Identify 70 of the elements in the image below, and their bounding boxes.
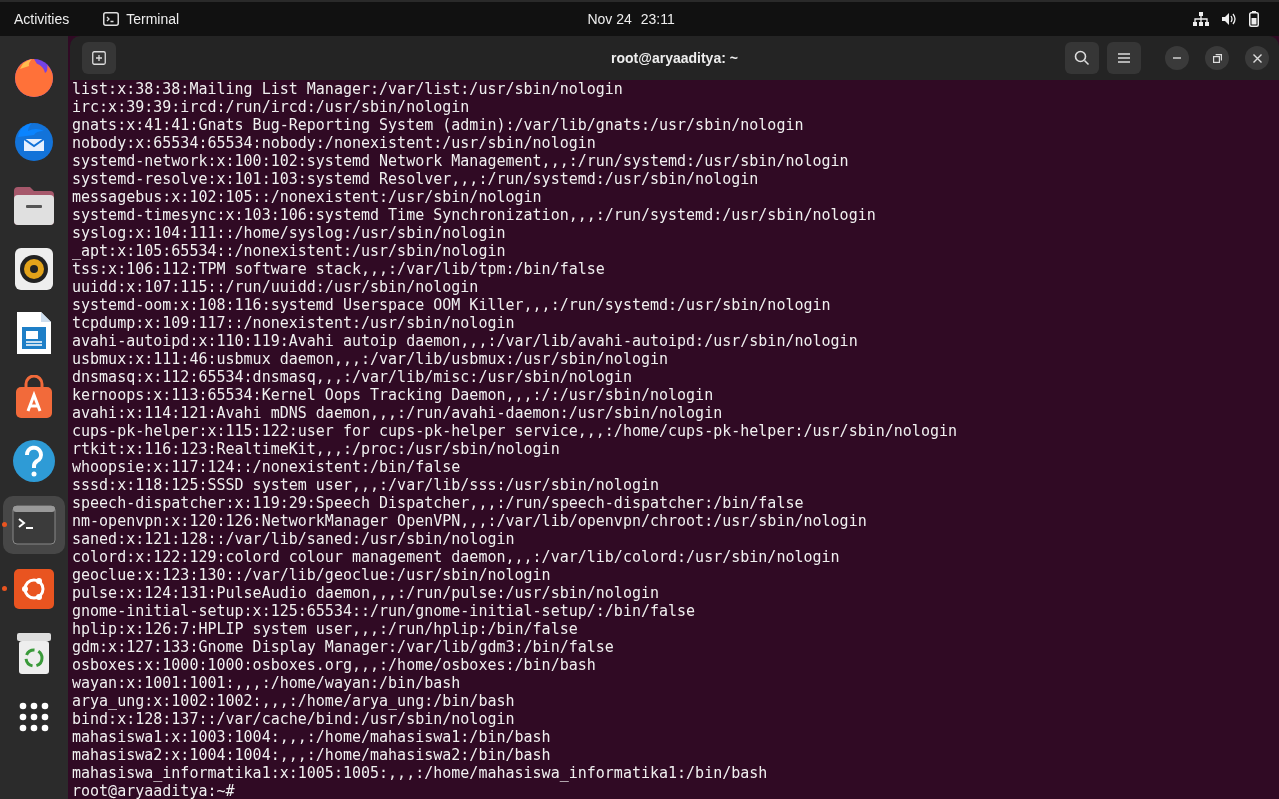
terminal-line: systemd-resolve:x:101:103:systemd Resolver,,,:/run/systemd:/usr/sbin/nologin <box>72 170 759 188</box>
terminal-line: irc:x:39:39:ircd:/run/ircd:/usr/sbin/nologin <box>72 98 470 116</box>
window-title: root@aryaaditya: ~ <box>611 50 738 66</box>
terminal-line: syslog:x:104:111::/home/syslog:/usr/sbin/nologin <box>72 224 506 242</box>
minimize-button[interactable] <box>1165 46 1189 70</box>
terminal-line: usbmux:x:111:46:usbmux daemon,,,:/var/lib/usbmux:/usr/sbin/nologin <box>72 350 669 368</box>
restore-icon <box>1212 53 1222 63</box>
date-label[interactable]: Nov 24 <box>587 11 632 27</box>
terminal-line: sssd:x:118:125:SSSD system user,,,:/var/lib/sss:/usr/sbin/nologin <box>72 476 659 494</box>
terminal-line: _apt:x:105:65534::/nonexistent:/usr/sbin/nologin <box>72 242 506 260</box>
app-menu-label[interactable]: Terminal <box>126 11 180 27</box>
terminal-line: whoopsie:x:117:124::/nonexistent:/bin/false <box>72 458 461 476</box>
terminal-line: systemd-timesync:x:103:106:systemd Time Synchronization,,,:/run/systemd:/usr/sbin/nologin <box>72 206 876 224</box>
search-icon <box>1074 50 1090 66</box>
volume-icon[interactable] <box>1221 12 1237 26</box>
new-tab-icon <box>92 51 106 65</box>
terminal-line: systemd-network:x:100:102:systemd Network Management,,,:/run/systemd:/usr/sbin/nologin <box>72 152 849 170</box>
menu-button[interactable] <box>1107 42 1141 74</box>
question-mark-icon <box>12 439 56 483</box>
terminal-line: speech-dispatcher:x:119:29:Speech Dispatcher,,,:/run/speech-dispatcher:/bin/false <box>72 494 804 512</box>
terminal-line: wayan:x:1001:1001:,,,:/home/wayan:/bin/bash <box>72 674 461 692</box>
menu-icon <box>1118 53 1130 63</box>
terminal-line: gnats:x:41:41:Gnats Bug-Reporting System (admin):/var/lib/gnats:/usr/sbin/nologin <box>72 116 804 134</box>
document-icon <box>16 311 52 355</box>
terminal-line: messagebus:x:102:105::/nonexistent:/usr/sbin/nologin <box>72 188 542 206</box>
terminal-line: uuidd:x:107:115::/run/uuidd:/usr/sbin/nologin <box>72 278 479 296</box>
time-label[interactable]: 23:11 <box>640 11 675 27</box>
terminal-line: mahasiswa_informatika1:x:1005:1005:,,,:/home/mahasiswa_informatika1:/bin/bash <box>72 764 768 782</box>
terminal-line: nobody:x:65534:65534:nobody:/nonexistent:/usr/sbin/nologin <box>72 134 596 152</box>
battery-icon[interactable] <box>1249 11 1259 27</box>
terminal-icon <box>12 505 56 545</box>
terminal-line: geoclue:x:123:130::/var/lib/geoclue:/usr/sbin/nologin <box>72 566 551 584</box>
terminal-line: avahi-autoipd:x:110:119:Avahi autoip daemon,,,:/var/lib/avahi-autoipd:/usr/sbin/nologin <box>72 332 858 350</box>
terminal-line: nm-openvpn:x:120:126:NetworkManager OpenVPN,,,:/var/lib/openvpn/chroot:/usr/sbin/nologin <box>72 512 867 530</box>
terminal-line: tss:x:106:112:TPM software stack,,,:/var/lib/tpm:/bin/false <box>72 260 605 278</box>
terminal-line: gdm:x:127:133:Gnome Display Manager:/var/lib/gdm3:/bin/false <box>72 638 614 656</box>
terminal-line: mahasiswa2:x:1004:1004:,,,:/home/mahasiswa2:/bin/bash <box>72 746 551 764</box>
app-grid-icon <box>19 702 49 732</box>
close-button[interactable] <box>1245 46 1269 70</box>
terminal-line: avahi:x:114:121:Avahi mDNS daemon,,,:/run/avahi-daemon:/usr/sbin/nologin <box>72 404 723 422</box>
minimize-icon <box>1173 57 1181 59</box>
terminal-line: kernoops:x:113:65534:Kernel Oops Tracking Daemon,,,:/:/usr/sbin/nologin <box>72 386 714 404</box>
network-icon[interactable] <box>1193 12 1209 26</box>
terminal-line: mahasiswa1:x:1003:1004:,,,:/home/mahasiswa1:/bin/bash <box>72 728 551 746</box>
activities-button[interactable]: Activities <box>0 11 84 27</box>
terminal-line: osboxes:x:1000:1000:osboxes.org,,,:/home/osboxes:/bin/bash <box>72 656 596 674</box>
terminal-line: root@aryaaditya:~# <box>72 782 235 799</box>
shopping-bag-icon <box>14 375 54 419</box>
terminal-line: colord:x:122:129:colord colour management daemon,,,:/var/lib/colord:/usr/sbin/nologin <box>72 548 840 566</box>
folder-icon <box>12 185 56 225</box>
terminal-line: gnome-initial-setup:x:125:65534::/run/gnome-initial-setup/:/bin/false <box>72 602 696 620</box>
terminal-icon <box>103 12 120 26</box>
terminal-line: tcpdump:x:109:117::/nonexistent:/usr/sbin/nologin <box>72 314 515 332</box>
terminal-line: hplip:x:126:7:HPLIP system user,,,:/run/hplip:/bin/false <box>72 620 578 638</box>
close-icon <box>1252 53 1262 63</box>
terminal-line: list:x:38:38:Mailing List Manager:/var/list:/usr/sbin/nologin <box>72 80 623 98</box>
search-button[interactable] <box>1065 42 1099 74</box>
trash-icon <box>15 631 53 675</box>
circle-of-friends-icon <box>14 569 54 609</box>
speaker-icon <box>14 247 54 291</box>
terminal-line: bind:x:128:137::/var/cache/bind:/usr/sbin/nologin <box>72 710 515 728</box>
terminal-line: systemd-oom:x:108:116:systemd Userspace OOM Killer,,,:/run/systemd:/usr/sbin/nologin <box>72 296 831 314</box>
terminal-line: pulse:x:124:131:PulseAudio daemon,,,:/run/pulse:/usr/sbin/nologin <box>72 584 659 602</box>
terminal-line: saned:x:121:128::/var/lib/saned:/usr/sbin/nologin <box>72 530 515 548</box>
terminal-line: rtkit:x:116:123:RealtimeKit,,,:/proc:/usr/sbin/nologin <box>72 440 560 458</box>
new-tab-button[interactable] <box>82 42 116 74</box>
terminal-line: arya_ung:x:1002:1002:,,,:/home/arya_ung:/bin/bash <box>72 692 515 710</box>
terminal-line: cups-pk-helper:x:115:122:user for cups-pk-helper service,,,:/home/cups-pk-helper:/usr/sbin/nologin <box>72 422 957 440</box>
restore-button[interactable] <box>1205 46 1229 70</box>
terminal-line: dnsmasq:x:112:65534:dnsmasq,,,:/var/lib/misc:/usr/sbin/nologin <box>72 368 632 386</box>
